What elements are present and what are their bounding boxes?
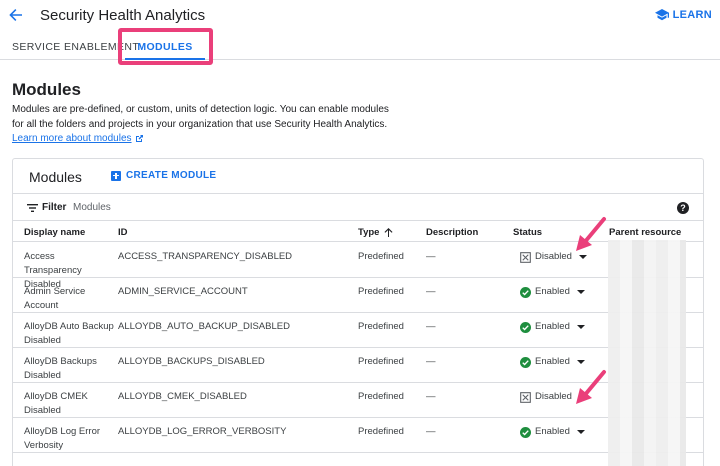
- dropdown-caret-icon: [576, 360, 585, 364]
- learn-label: LEARN: [672, 9, 712, 21]
- module-id: ALLOYDB_LOG_ERROR_VERBOSITY: [118, 426, 287, 437]
- dropdown-caret-icon: [576, 290, 585, 294]
- status-dropdown[interactable]: Enabled: [520, 425, 585, 439]
- status-label: Enabled: [535, 426, 570, 437]
- status-label: Disabled: [535, 251, 572, 262]
- sort-ascending-icon[interactable]: [384, 228, 393, 237]
- module-description: —: [426, 356, 436, 367]
- status-label: Enabled: [535, 356, 570, 367]
- status-label: Disabled: [535, 391, 572, 402]
- dropdown-caret-icon: [578, 255, 587, 259]
- column-header-display-name[interactable]: Display name: [24, 227, 85, 238]
- filter-label: Filter: [42, 202, 67, 213]
- card-title: Modules: [29, 169, 82, 185]
- page-description: Modules are pre-defined, or custom, unit…: [12, 104, 389, 130]
- disabled-box-icon: [520, 391, 531, 403]
- annotation-arrow-icon: [576, 370, 606, 404]
- create-module-button[interactable]: CREATE MODULE: [111, 170, 216, 181]
- module-display-name[interactable]: AlloyDB CMEK Disabled: [24, 390, 114, 418]
- module-display-name[interactable]: AlloyDB Backups Disabled: [24, 355, 114, 383]
- module-type: Predefined: [358, 391, 404, 402]
- status-dropdown[interactable]: Enabled: [520, 320, 585, 334]
- graduation-cap-icon: [654, 9, 669, 21]
- module-description: —: [426, 426, 436, 437]
- status-label: Enabled: [535, 321, 570, 332]
- tab-modules[interactable]: MODULES: [125, 33, 205, 60]
- tab-modules-label: MODULES: [137, 40, 193, 53]
- tab-bar: SERVICE ENABLEMENT MODULES: [0, 33, 720, 60]
- module-description: —: [426, 391, 436, 402]
- module-type: Predefined: [358, 286, 404, 297]
- dropdown-caret-icon: [576, 430, 585, 434]
- module-id: ADMIN_SERVICE_ACCOUNT: [118, 286, 248, 297]
- back-arrow-icon[interactable]: [8, 7, 24, 23]
- status-dropdown[interactable]: Enabled: [520, 285, 585, 299]
- modules-card: Modules CREATE MODULE Filter Modules ? D…: [12, 158, 704, 466]
- module-display-name[interactable]: Admin Service Account: [24, 285, 114, 313]
- learn-more-label: Learn more about modules: [12, 133, 132, 144]
- column-header-description[interactable]: Description: [426, 227, 478, 238]
- module-id: ALLOYDB_CMEK_DISABLED: [118, 391, 247, 402]
- page-title: Modules: [12, 80, 81, 99]
- module-type: Predefined: [358, 251, 404, 262]
- check-circle-icon: [520, 426, 531, 438]
- module-display-name[interactable]: AlloyDB Log Error Verbosity: [24, 425, 114, 453]
- external-link-icon: [135, 134, 143, 142]
- module-type: Predefined: [358, 356, 404, 367]
- table-row[interactable]: Admin Service Account ADMIN_SERVICE_ACCOU…: [13, 278, 703, 313]
- module-type: Predefined: [358, 321, 404, 332]
- column-header-type[interactable]: Type: [358, 227, 393, 238]
- add-icon: [111, 170, 121, 181]
- tab-service-enablement[interactable]: SERVICE ENABLEMENT: [12, 33, 139, 60]
- filter-icon: [27, 204, 38, 212]
- table-row[interactable]: AlloyDB Log Error Verbosity ALLOYDB_LOG_E…: [13, 418, 703, 453]
- module-display-name[interactable]: AlloyDB Auto Backup Disabled: [24, 320, 114, 348]
- check-circle-icon: [520, 286, 531, 298]
- learn-more-link[interactable]: Learn more about modules: [12, 133, 143, 144]
- module-id: ACCESS_TRANSPARENCY_DISABLED: [118, 251, 293, 262]
- module-description: —: [426, 286, 436, 297]
- learn-button[interactable]: LEARN: [654, 9, 712, 21]
- column-header-parent-resource[interactable]: Parent resource: [609, 227, 681, 238]
- top-bar: Security Health Analytics LEARN: [0, 0, 720, 32]
- app-title: Security Health Analytics: [40, 7, 206, 24]
- annotation-arrow-icon: [576, 217, 606, 251]
- column-header-type-label: Type: [358, 227, 380, 238]
- active-tab-indicator: [125, 58, 205, 60]
- table-row[interactable]: AlloyDB Auto Backup Disabled ALLOYDB_AUTO…: [13, 313, 703, 348]
- dropdown-caret-icon: [576, 325, 585, 329]
- parent-resource-redacted: [608, 240, 686, 466]
- column-header-id[interactable]: ID: [118, 227, 128, 238]
- module-description: —: [426, 321, 436, 332]
- column-header-status[interactable]: Status: [513, 227, 542, 238]
- check-circle-icon: [520, 356, 531, 368]
- status-dropdown[interactable]: Enabled: [520, 355, 585, 369]
- module-id: ALLOYDB_BACKUPS_DISABLED: [118, 356, 265, 367]
- module-type: Predefined: [358, 426, 404, 437]
- filter-input[interactable]: Modules: [73, 202, 111, 213]
- check-circle-icon: [520, 321, 531, 333]
- help-icon[interactable]: ?: [677, 202, 689, 214]
- module-description: —: [426, 251, 436, 262]
- status-label: Enabled: [535, 286, 570, 297]
- module-id: ALLOYDB_AUTO_BACKUP_DISABLED: [118, 321, 290, 332]
- create-module-label: CREATE MODULE: [126, 170, 217, 181]
- disabled-box-icon: [520, 251, 531, 263]
